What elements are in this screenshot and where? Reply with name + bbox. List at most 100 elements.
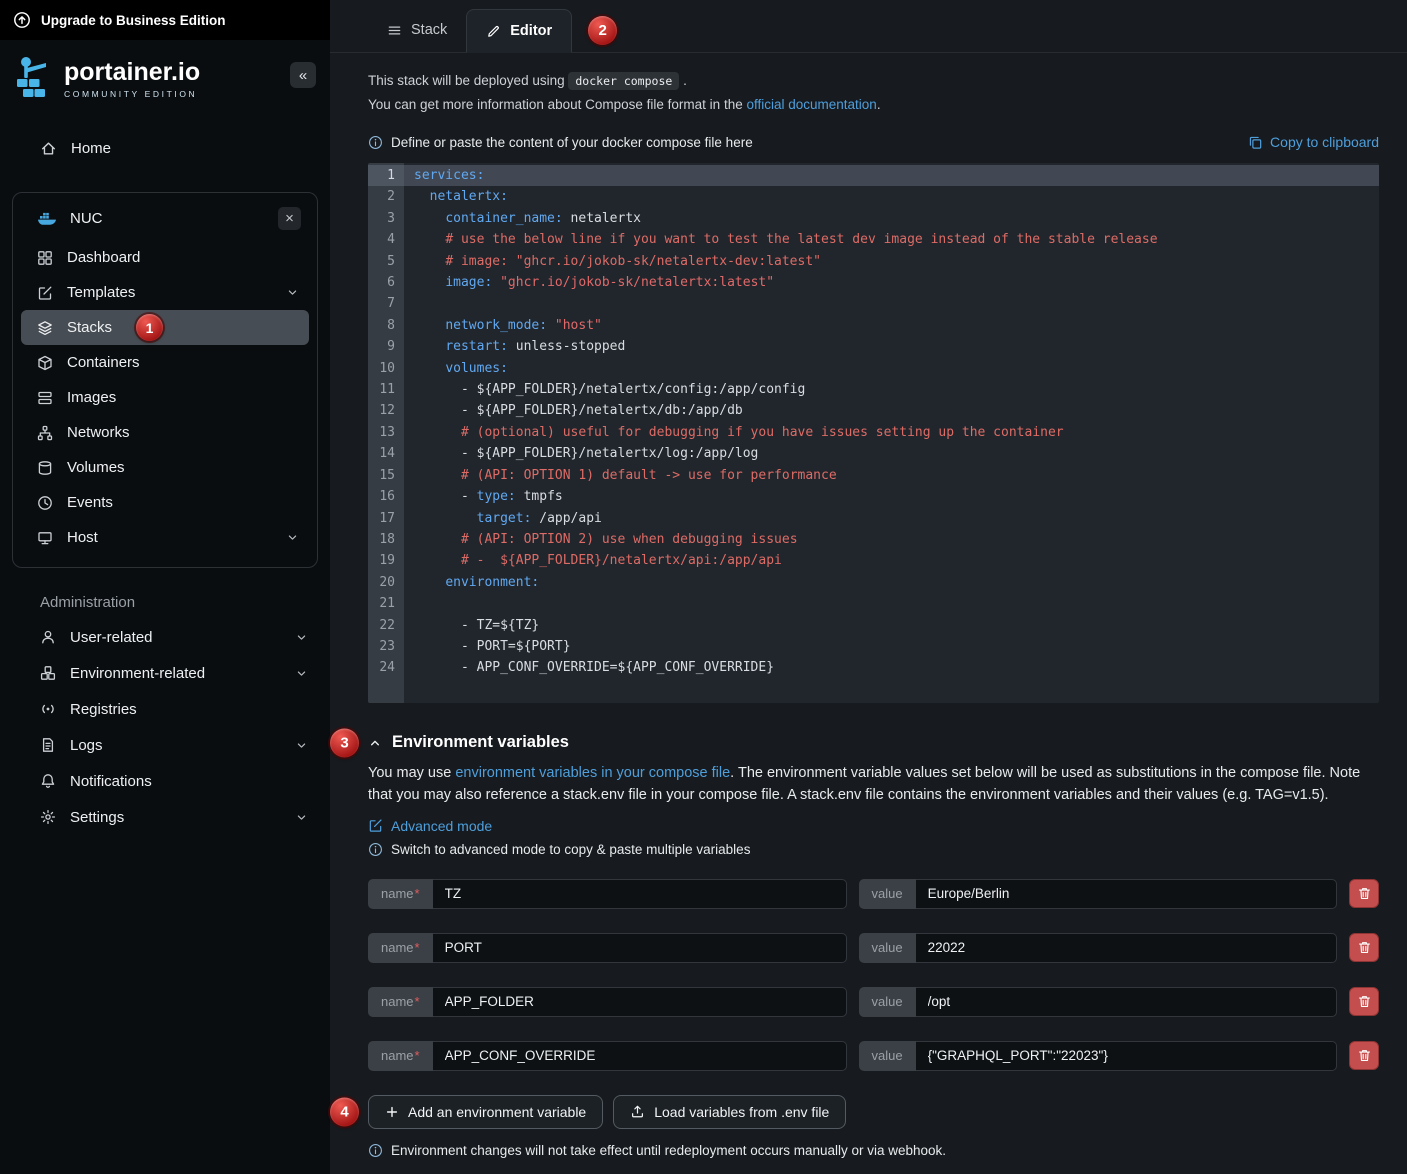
sidebar-item-containers[interactable]: Containers — [21, 345, 309, 380]
code-line[interactable]: 19 # - ${APP_FOLDER}/netalertx/api:/app/… — [368, 550, 1379, 571]
delete-variable-button[interactable] — [1349, 1041, 1379, 1070]
value-label: value — [859, 987, 916, 1017]
code-line[interactable]: 3 container_name: netalertx — [368, 208, 1379, 229]
sidebar-item-user-related[interactable]: User-related — [0, 619, 330, 655]
code-line[interactable]: 5 # image: "ghcr.io/jokob-sk/netalertx-d… — [368, 251, 1379, 272]
compose-editor-lines: 1services:2 netalertx:3 container_name: … — [368, 165, 1379, 679]
env-var-row: name* value — [368, 987, 1379, 1017]
sidebar-item-home[interactable]: Home — [0, 130, 330, 166]
env-name-input[interactable] — [433, 987, 847, 1017]
sidebar-item-images[interactable]: Images — [21, 380, 309, 415]
environments-icon — [40, 665, 56, 681]
line-number: 1 — [368, 165, 404, 186]
value-label: value — [859, 879, 916, 909]
sidebar-item-dashboard[interactable]: Dashboard — [21, 240, 309, 275]
env-value-group: value — [859, 879, 1338, 909]
sidebar-item-volumes[interactable]: Volumes — [21, 450, 309, 485]
sidebar-item-label: Environment-related — [70, 665, 205, 682]
code-line[interactable]: 6 image: "ghcr.io/jokob-sk/netalertx:lat… — [368, 272, 1379, 293]
sidebar-item-logs[interactable]: Logs — [0, 727, 330, 763]
logo-text: portainer.io COMMUNITY EDITION — [64, 59, 200, 98]
advanced-mode-link[interactable]: Advanced mode — [368, 818, 1379, 834]
delete-variable-button[interactable] — [1349, 933, 1379, 962]
official-documentation-link[interactable]: official documentation — [746, 97, 876, 112]
add-environment-variable-button[interactable]: Add an environment variable — [368, 1095, 603, 1129]
advanced-mode-label[interactable]: Advanced mode — [391, 818, 492, 834]
code-line-text — [404, 593, 1379, 614]
sidebar-item-label: Dashboard — [67, 249, 140, 266]
env-name-input[interactable] — [433, 933, 847, 963]
close-environment-button[interactable]: × — [278, 207, 301, 230]
environment-variables-header[interactable]: 3 Environment variables — [368, 733, 1379, 752]
code-line[interactable]: 10 volumes: — [368, 358, 1379, 379]
env-value-input[interactable] — [916, 879, 1337, 909]
code-line-text: - APP_CONF_OVERRIDE=${APP_CONF_OVERRIDE} — [404, 657, 1379, 678]
code-line[interactable]: 14 - ${APP_FOLDER}/netalertx/log:/app/lo… — [368, 443, 1379, 464]
code-line[interactable]: 18 # (API: OPTION 2) use when debugging … — [368, 529, 1379, 550]
tab-editor[interactable]: Editor — [466, 9, 572, 53]
line-number: 14 — [368, 443, 404, 464]
delete-variable-button[interactable] — [1349, 879, 1379, 908]
upgrade-circle-arrow-icon — [13, 11, 31, 29]
tab-stack[interactable]: Stack — [368, 8, 466, 52]
code-line[interactable]: 7 — [368, 293, 1379, 314]
code-line[interactable]: 8 network_mode: "host" — [368, 315, 1379, 336]
env-value-group: value — [859, 1041, 1338, 1071]
code-line[interactable]: 24 - APP_CONF_OVERRIDE=${APP_CONF_OVERRI… — [368, 657, 1379, 678]
copy-to-clipboard-button[interactable]: Copy to clipboard — [1248, 134, 1379, 150]
code-line[interactable]: 20 environment: — [368, 572, 1379, 593]
code-line[interactable]: 11 - ${APP_FOLDER}/netalertx/config:/app… — [368, 379, 1379, 400]
value-label-text: value — [872, 994, 903, 1009]
add-environment-variable-label: Add an environment variable — [408, 1104, 586, 1120]
env-name-input[interactable] — [433, 879, 847, 909]
env-buttons-row: 4 Add an environment variable Load varia… — [368, 1095, 1379, 1129]
registries-icon — [40, 701, 56, 717]
sidebar-item-label: Events — [67, 494, 113, 511]
environment-header[interactable]: NUC × — [21, 201, 309, 240]
code-line[interactable]: 2 netalertx: — [368, 186, 1379, 207]
env-value-input[interactable] — [916, 987, 1337, 1017]
sidebar-item-templates[interactable]: Templates — [21, 275, 309, 310]
sidebar-item-networks[interactable]: Networks — [21, 415, 309, 450]
code-line[interactable]: 15 # (API: OPTION 1) default -> use for … — [368, 465, 1379, 486]
editor-page: This stack will be deployed using docker… — [330, 53, 1407, 1158]
env-vars-docs-link[interactable]: environment variables in your compose fi… — [455, 765, 730, 781]
code-line[interactable]: 12 - ${APP_FOLDER}/netalertx/db:/app/db — [368, 400, 1379, 421]
sidebar-item-stacks[interactable]: Stacks 1 — [21, 310, 309, 345]
code-line[interactable]: 16 - type: tmpfs — [368, 486, 1379, 507]
env-value-input[interactable] — [916, 1041, 1337, 1071]
name-label-text: name — [381, 1048, 414, 1063]
env-value-group: value — [859, 933, 1338, 963]
code-line[interactable]: 13 # (optional) useful for debugging if … — [368, 422, 1379, 443]
code-line[interactable]: 4 # use the below line if you want to te… — [368, 229, 1379, 250]
administration-section-title: Administration — [40, 594, 330, 611]
line-number: 21 — [368, 593, 404, 614]
sidebar-item-environment-related[interactable]: Environment-related — [0, 655, 330, 691]
sidebar-item-host[interactable]: Host — [21, 520, 309, 555]
code-line[interactable]: 17 target: /app/api — [368, 508, 1379, 529]
sidebar-item-registries[interactable]: Registries — [0, 691, 330, 727]
value-label: value — [859, 1041, 916, 1071]
code-line[interactable]: 23 - PORT=${PORT} — [368, 636, 1379, 657]
env-name-input[interactable] — [433, 1041, 847, 1071]
code-line-text: - ${APP_FOLDER}/netalertx/config:/app/co… — [404, 379, 1379, 400]
load-variables-button[interactable]: Load variables from .env file — [613, 1095, 846, 1129]
code-line[interactable]: 21 — [368, 593, 1379, 614]
collapse-sidebar-icon: « — [299, 67, 307, 84]
deploy-method-line: This stack will be deployed using docker… — [368, 73, 1379, 88]
compose-editor[interactable]: 1services:2 netalertx:3 container_name: … — [368, 163, 1379, 703]
delete-variable-button[interactable] — [1349, 987, 1379, 1016]
upgrade-banner[interactable]: Upgrade to Business Edition — [0, 0, 330, 40]
sidebar-item-notifications[interactable]: Notifications — [0, 763, 330, 799]
collapse-sidebar-button[interactable]: « — [290, 62, 316, 88]
code-line[interactable]: 1services: — [368, 165, 1379, 186]
code-line[interactable]: 9 restart: unless-stopped — [368, 336, 1379, 357]
annotation-badge-1: 1 — [136, 314, 163, 341]
sidebar-item-settings[interactable]: Settings — [0, 799, 330, 835]
name-label-text: name — [381, 886, 414, 901]
env-value-input[interactable] — [916, 933, 1337, 963]
code-line-text: - TZ=${TZ} — [404, 615, 1379, 636]
sidebar-item-events[interactable]: Events — [21, 485, 309, 520]
line-number: 24 — [368, 657, 404, 678]
code-line[interactable]: 22 - TZ=${TZ} — [368, 615, 1379, 636]
